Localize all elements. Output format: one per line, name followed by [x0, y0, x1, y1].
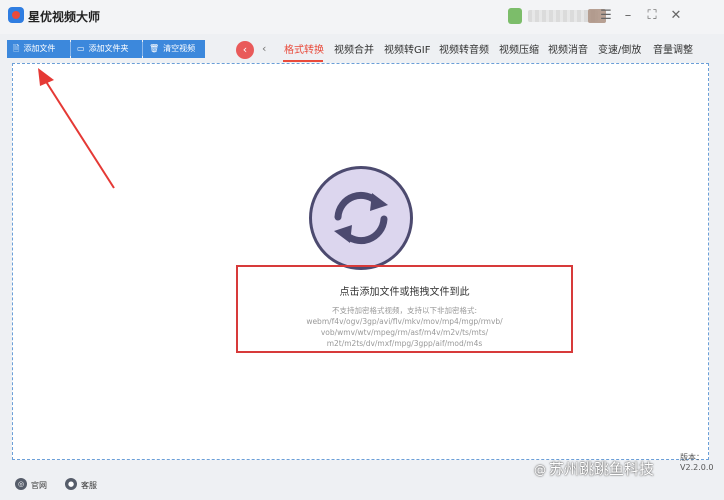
support-link[interactable]: 客服 [81, 480, 97, 491]
close-icon[interactable]: ✕ [666, 6, 686, 26]
drop-prompt[interactable]: 点击添加文件或拖拽文件到此 [236, 283, 573, 298]
watermark-text: 苏州跳跳鱼科技 [549, 460, 655, 478]
minimize-icon[interactable]: – [618, 6, 638, 26]
formats-line: 不支持加密格式视频，支持以下非加密格式: [331, 306, 478, 315]
app-logo-icon [8, 7, 24, 23]
tab-format-convert[interactable]: 格式转换 [284, 41, 324, 56]
version-label: 版本：V2.2.0.0 [680, 453, 714, 472]
tab-video-to-audio[interactable]: 视频转音频 [439, 41, 489, 56]
watermark: @ 苏州跳跳鱼科技 [534, 458, 654, 479]
menu-icon[interactable]: ☰ [596, 6, 616, 26]
chat-icon: ● [65, 478, 77, 490]
add-folder-label: 添加文件夹 [88, 44, 129, 53]
tab-speed-reverse[interactable]: 变速/倒放 [598, 41, 641, 56]
clear-videos-label: 清空视频 [163, 44, 196, 53]
tab-video-compress[interactable]: 视频压缩 [499, 41, 539, 56]
add-folder-button[interactable]: ▭ 添加文件夹 [71, 40, 142, 58]
add-file-label: 添加文件 [23, 44, 56, 53]
maximize-icon[interactable]: ⛶ [642, 6, 662, 26]
file-icon: 🗎 [13, 44, 20, 53]
globe-icon: ◎ [15, 478, 27, 490]
back-button[interactable]: ‹ [236, 41, 254, 59]
refresh-icon[interactable] [309, 166, 413, 270]
active-tab-indicator [283, 60, 323, 62]
tabs-prev-icon[interactable]: ‹ [262, 42, 266, 55]
add-file-button[interactable]: 🗎 添加文件 [7, 40, 70, 58]
official-site-link[interactable]: 官网 [31, 480, 47, 491]
app-title: 星优视频大师 [28, 10, 101, 24]
tab-video-merge[interactable]: 视频合并 [334, 41, 374, 56]
watermark-at: @ [534, 463, 546, 477]
formats-line: webm/f4v/ogv/3gp/avi/flv/mkv/mov/mp4/mgp… [306, 317, 503, 326]
formats-line: m2t/m2ts/dv/mxf/mpg/3gpp/aif/mod/m4s [326, 339, 483, 348]
tab-volume-adjust[interactable]: 音量调整 [653, 41, 693, 56]
clear-videos-button[interactable]: 🗑 清空视频 [143, 40, 205, 58]
formats-line: vob/wmv/wtv/mpeg/rm/asf/m4v/m2v/ts/mts/ [320, 328, 489, 337]
trash-icon: 🗑 [149, 44, 160, 53]
tab-video-mute[interactable]: 视频消音 [548, 41, 588, 56]
folder-icon: ▭ [77, 44, 85, 53]
tab-video-to-gif[interactable]: 视频转GIF [384, 41, 430, 56]
refresh-icon-glyph [334, 191, 388, 245]
supported-formats: 不支持加密格式视频，支持以下非加密格式: webm/f4v/ogv/3gp/av… [246, 305, 563, 349]
user-avatar[interactable] [508, 8, 522, 24]
